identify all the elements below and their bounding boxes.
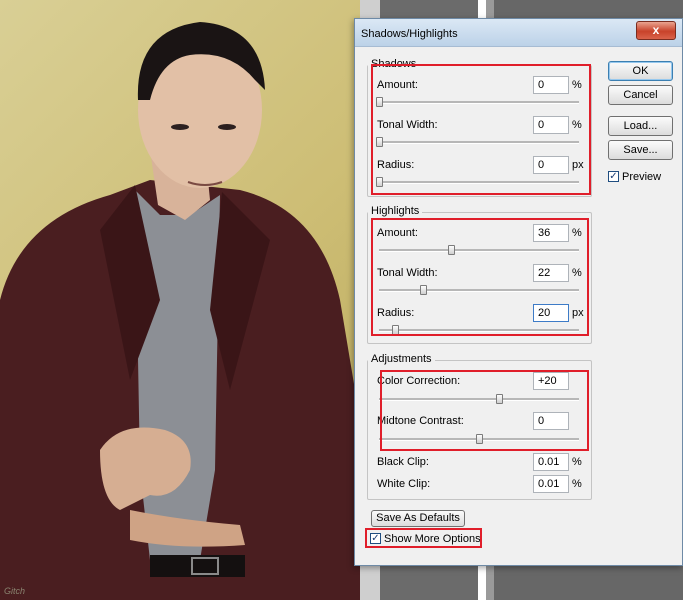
load-button[interactable]: Load...: [608, 116, 673, 136]
adjustments-annotation: [380, 370, 589, 451]
photo-canvas: Gitch: [0, 0, 360, 600]
dialog-title: Shadows/Highlights: [361, 28, 458, 40]
white-clip-label: White Clip:: [377, 478, 431, 490]
ok-button[interactable]: OK: [608, 61, 673, 81]
preview-checkbox[interactable]: ✓: [608, 171, 619, 182]
shadows-highlights-dialog: Shadows/Highlights x Shadows Amount: % T…: [354, 18, 683, 566]
preview-label[interactable]: Preview: [622, 171, 661, 183]
black-clip-label: Black Clip:: [377, 456, 429, 468]
save-button[interactable]: Save...: [608, 140, 673, 160]
shadows-highlight-annotation: [371, 64, 591, 195]
show-more-options-annotation: [365, 528, 482, 548]
white-clip-unit: %: [572, 478, 582, 490]
cancel-button[interactable]: Cancel: [608, 85, 673, 105]
portrait-image: [0, 22, 360, 600]
close-icon: x: [652, 23, 660, 37]
save-as-defaults-button[interactable]: Save As Defaults: [371, 510, 465, 527]
watermark-text: Gitch: [4, 586, 26, 596]
dialog-titlebar[interactable]: Shadows/Highlights x: [355, 19, 682, 47]
highlights-legend: Highlights: [368, 205, 423, 217]
close-button[interactable]: x: [636, 21, 676, 40]
black-clip-input[interactable]: [533, 453, 569, 471]
highlights-annotation: [371, 218, 589, 336]
white-clip-input[interactable]: [533, 475, 569, 493]
adjustments-legend: Adjustments: [368, 353, 435, 365]
black-clip-unit: %: [572, 456, 582, 468]
